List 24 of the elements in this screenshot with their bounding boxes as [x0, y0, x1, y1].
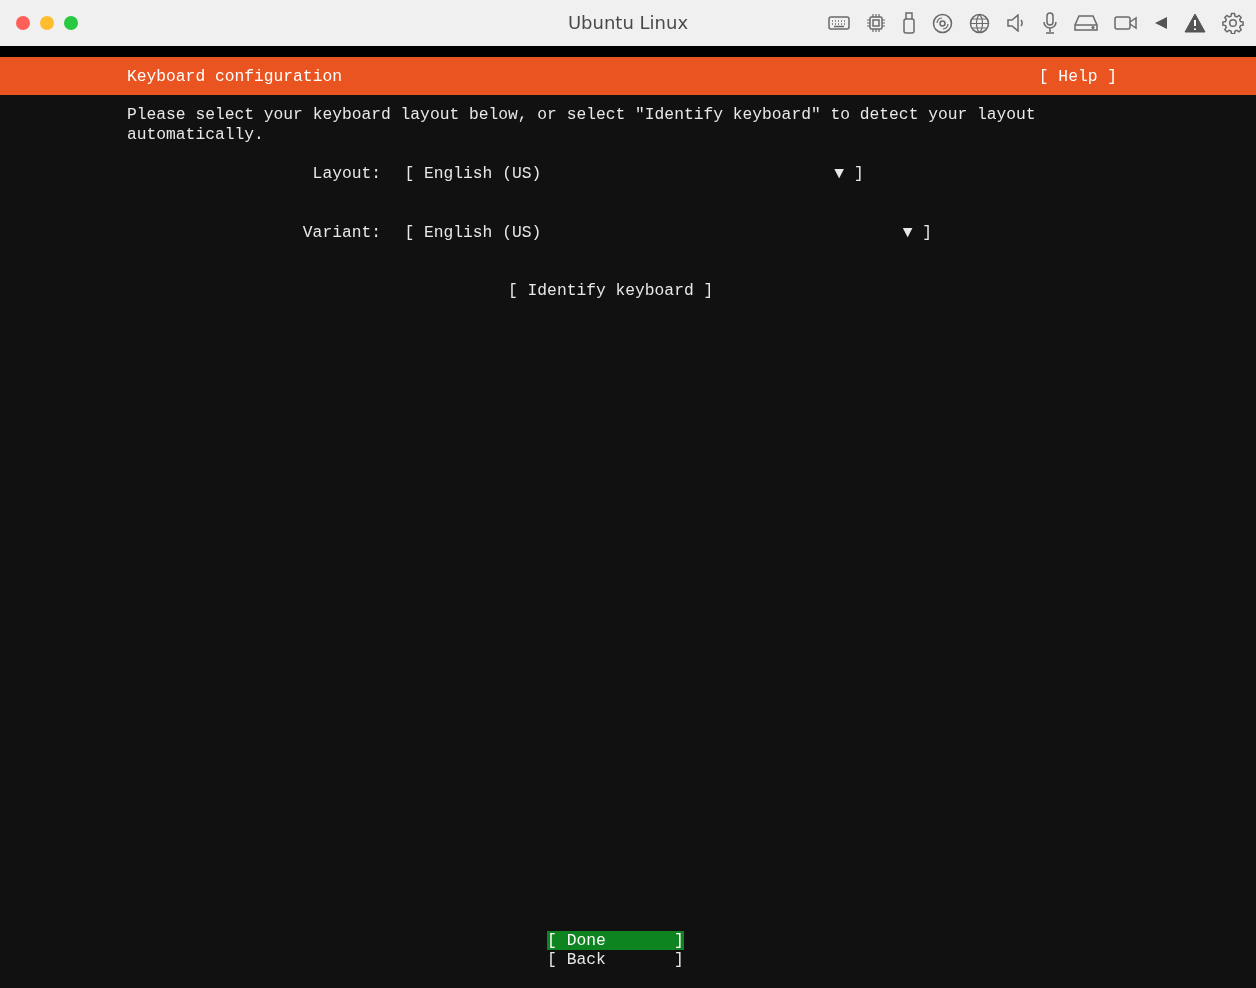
- field-label: Layout:: [311, 163, 381, 184]
- instructions-text: Please select your keyboard layout below, or select "Identify keyboard" to detect your layout automatically.: [127, 105, 1036, 145]
- keyboard-icon[interactable]: [828, 16, 850, 30]
- identify-keyboard-button[interactable]: [ Identify keyboard ]: [508, 281, 714, 301]
- window-title: Ubuntu Linux: [567, 12, 689, 33]
- triangle-left-icon[interactable]: [1154, 16, 1168, 30]
- chip-icon[interactable]: [866, 13, 886, 33]
- settings-icon[interactable]: [1222, 12, 1244, 34]
- warning-icon[interactable]: [1184, 13, 1206, 33]
- close-button[interactable]: [16, 16, 30, 30]
- screen-title: Keyboard configuration: [127, 66, 342, 86]
- menu-button[interactable]: [ Back ]: [547, 950, 684, 970]
- usb-stick-icon[interactable]: [902, 12, 916, 34]
- dropdown[interactable]: [ English (US) ▼ ]: [404, 222, 933, 243]
- dropdown[interactable]: [ English (US) ▼ ]: [404, 163, 864, 184]
- help-button[interactable]: [ Help ]: [1038, 66, 1117, 86]
- video-camera-icon[interactable]: [1114, 15, 1138, 31]
- speaker-icon[interactable]: [1006, 14, 1026, 32]
- disc-icon[interactable]: [932, 12, 953, 34]
- globe-icon[interactable]: [969, 12, 990, 34]
- field-label: Variant:: [301, 222, 381, 243]
- menu-button[interactable]: [ Done ]: [547, 930, 684, 951]
- microphone-icon[interactable]: [1042, 12, 1058, 34]
- drive-icon[interactable]: [1074, 14, 1098, 32]
